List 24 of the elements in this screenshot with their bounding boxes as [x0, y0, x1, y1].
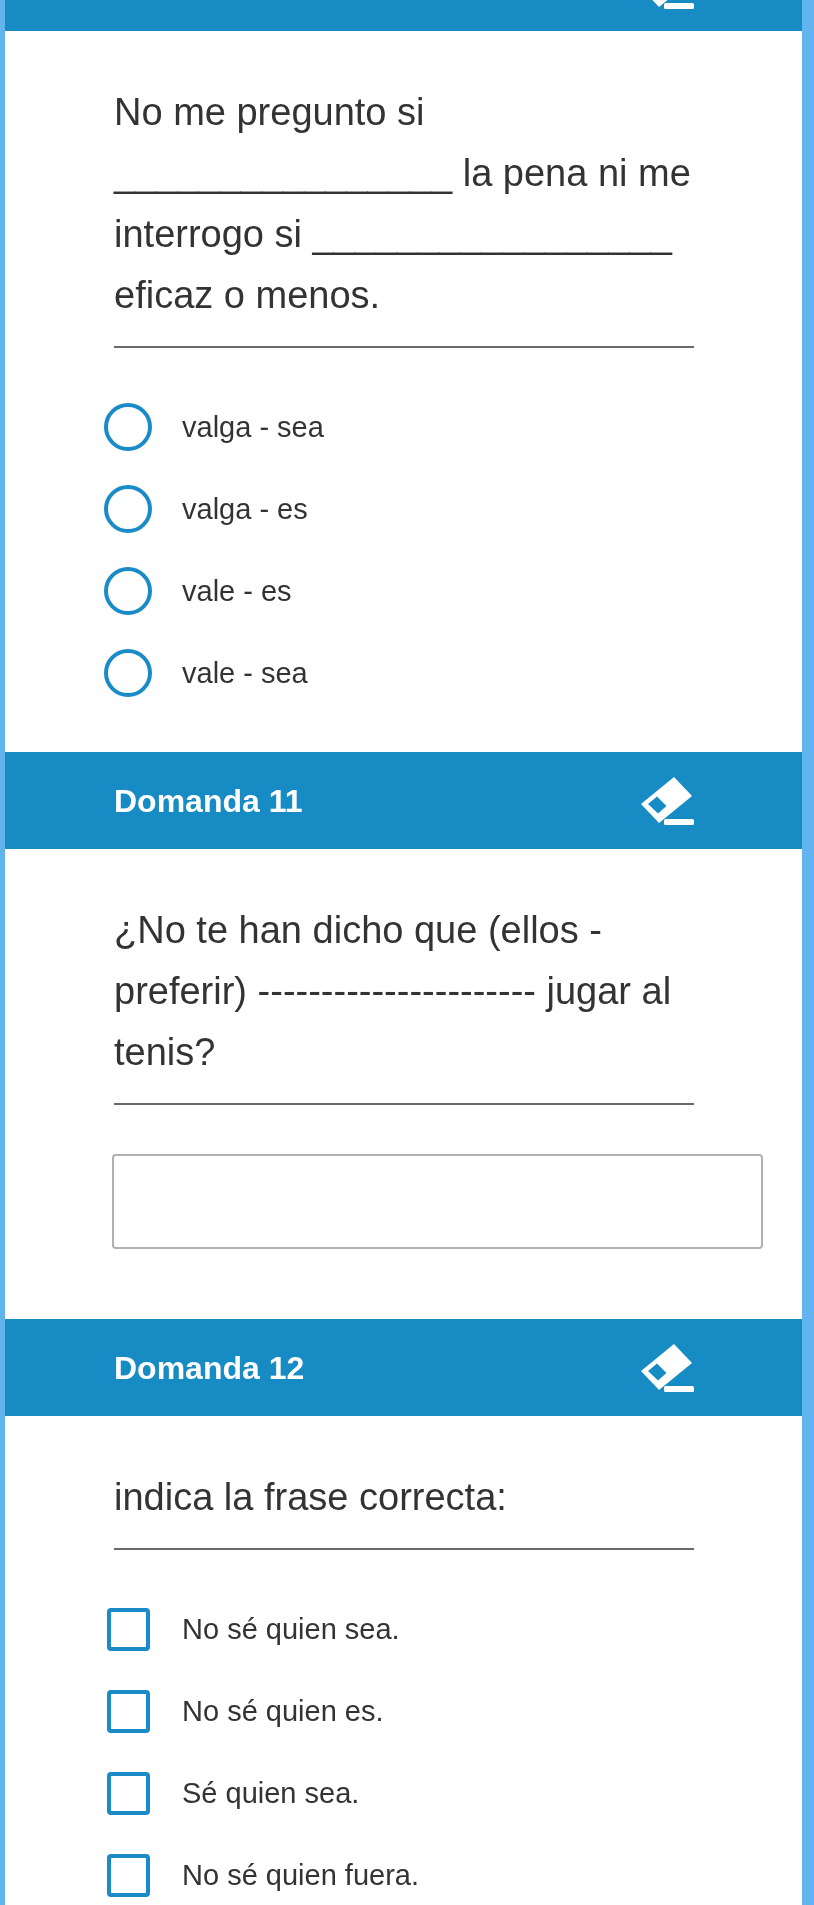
radio-button[interactable] — [104, 649, 152, 697]
question-text: indica la frase correcta: — [114, 1475, 508, 1520]
eraser-icon[interactable] — [640, 1343, 694, 1392]
eraser-icon[interactable] — [640, 776, 694, 825]
question-title: Domanda 11 — [114, 781, 303, 821]
checkbox[interactable] — [107, 1853, 150, 1897]
option-label[interactable]: vale - es — [182, 573, 292, 609]
checkbox[interactable] — [107, 1771, 150, 1815]
radio-button[interactable] — [104, 485, 152, 533]
radio-button[interactable] — [104, 567, 152, 615]
option-label[interactable]: valga - sea — [182, 409, 324, 445]
option-label[interactable]: vale - sea — [182, 655, 308, 691]
answer-field[interactable] — [112, 1154, 763, 1249]
checkbox[interactable] — [107, 1689, 150, 1733]
question-title: Domanda 12 — [114, 1348, 305, 1388]
option-label[interactable]: valga - es — [182, 491, 308, 527]
question-text: ¿No te han dicho que (ellos - preferir) ---------------------- jugar al tenis? — [114, 908, 673, 1075]
option-label[interactable]: No sé quien sea. — [182, 1611, 400, 1647]
question-text: No me pregunto si ________________ la pena ni me interrogo si _________________ eficaz o menos. — [114, 90, 692, 318]
radio-button[interactable] — [104, 403, 152, 451]
checkbox[interactable] — [107, 1607, 150, 1651]
option-label[interactable]: Sé quien sea. — [182, 1775, 360, 1811]
option-label[interactable]: No sé quien fuera. — [182, 1857, 419, 1893]
option-label[interactable]: No sé quien es. — [182, 1693, 384, 1729]
